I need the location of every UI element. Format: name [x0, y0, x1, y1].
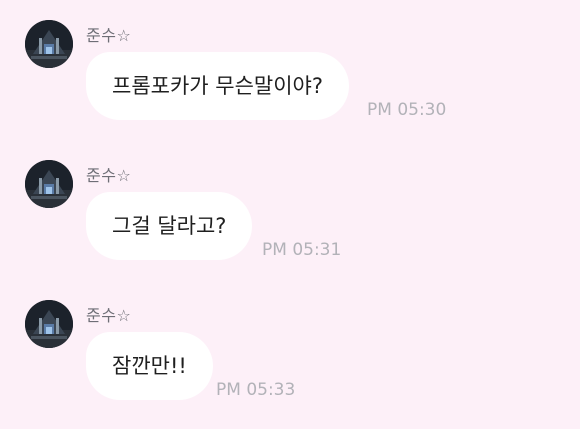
sender-name: 준수☆	[86, 26, 132, 45]
sender-name: 준수☆	[86, 166, 132, 185]
avatar-image	[25, 160, 73, 208]
message-time: PM 05:31	[262, 240, 342, 260]
message-bubble[interactable]: 프롬포카가 무슨말이야?	[86, 52, 350, 120]
message-time: PM 05:33	[216, 380, 296, 400]
message-bubble[interactable]: 잠깐만!!	[86, 332, 213, 400]
avatar-image	[25, 300, 73, 348]
avatar[interactable]	[25, 300, 73, 348]
message-bubble[interactable]: 그걸 달라고?	[86, 192, 253, 260]
message-row: 준수☆ 프롬포카가 무슨말이야? PM 05:30	[0, 20, 580, 140]
avatar[interactable]	[25, 20, 73, 68]
message-time: PM 05:30	[367, 100, 447, 120]
avatar[interactable]	[25, 160, 73, 208]
message-row: 준수☆ 잠깐만!! PM 05:33	[0, 300, 580, 420]
chat-screen: { "messages": [ { "sender": "준수☆", "text…	[0, 0, 580, 429]
avatar-image	[25, 20, 73, 68]
sender-name: 준수☆	[86, 306, 132, 325]
message-row: 준수☆ 그걸 달라고? PM 05:31	[0, 160, 580, 280]
